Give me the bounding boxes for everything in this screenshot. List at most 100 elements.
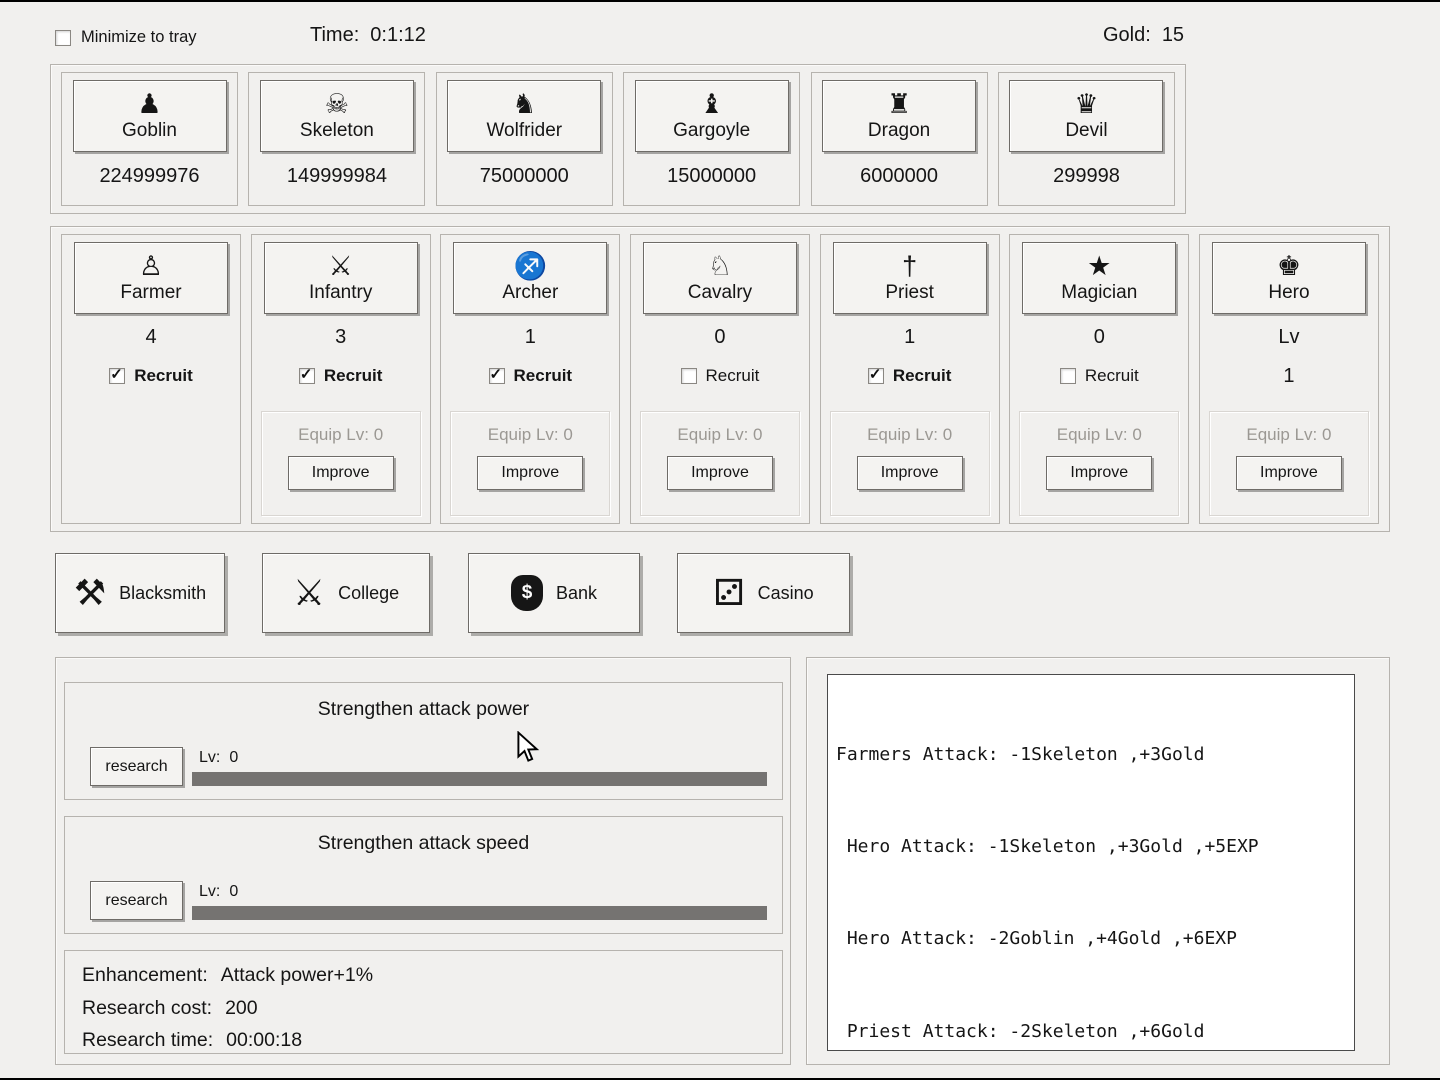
recruit-label: Recruit bbox=[514, 366, 573, 386]
research-progress: Lv: 0 bbox=[192, 883, 767, 920]
devil-button[interactable]: ♛ Devil bbox=[1009, 80, 1163, 152]
cavalry-button[interactable]: ♘ Cavalry bbox=[643, 242, 797, 314]
hero-label: Hero bbox=[1268, 282, 1309, 304]
research-title: Strengthen attack power bbox=[65, 698, 782, 721]
unit-panel-archer: ♐ Archer 1 Recruit Equip Lv: 0 Improve bbox=[440, 234, 620, 524]
equip-level-value: 0 bbox=[1132, 425, 1141, 444]
checkbox-icon[interactable] bbox=[489, 368, 505, 384]
research-attack-speed-button[interactable]: research bbox=[90, 881, 183, 920]
checkbox-icon[interactable] bbox=[299, 368, 315, 384]
bank-label: Bank bbox=[556, 583, 597, 604]
gold-value: 15 bbox=[1162, 24, 1184, 46]
casino-button[interactable]: ⚂ Casino bbox=[677, 553, 850, 633]
units-group: ♙ Farmer 4 Recruit ⚔ Infantry 3 Recruit … bbox=[50, 226, 1390, 532]
archer-icon: ♐ bbox=[514, 253, 548, 280]
gold-label: Gold: bbox=[1103, 24, 1151, 46]
gold-display: Gold: 15 bbox=[1103, 24, 1184, 47]
equip-level: Equip Lv: 0 bbox=[831, 425, 989, 445]
equip-group-hero: Equip Lv: 0 Improve bbox=[1209, 411, 1369, 516]
improve-button-infantry[interactable]: Improve bbox=[288, 456, 394, 490]
research-title: Strengthen attack speed bbox=[65, 832, 782, 855]
wolfrider-icon: ♞ bbox=[512, 91, 536, 118]
recruit-label: Recruit bbox=[706, 366, 760, 386]
hero-level-value: 1 bbox=[1200, 365, 1378, 388]
checkbox-icon[interactable] bbox=[109, 368, 125, 384]
archer-count: 1 bbox=[441, 326, 619, 349]
improve-button-archer[interactable]: Improve bbox=[477, 456, 583, 490]
research-panel-attack-speed: Strengthen attack speed research Lv: 0 bbox=[64, 816, 783, 934]
magician-button[interactable]: ★ Magician bbox=[1022, 242, 1176, 314]
blacksmith-button[interactable]: ⚒ Blacksmith bbox=[55, 553, 225, 633]
improve-button-hero[interactable]: Improve bbox=[1236, 456, 1342, 490]
recruit-checkbox-archer[interactable]: Recruit bbox=[489, 366, 573, 386]
checkbox-icon[interactable] bbox=[868, 368, 884, 384]
gargoyle-icon: ♝ bbox=[700, 91, 724, 118]
improve-button-magician[interactable]: Improve bbox=[1046, 456, 1152, 490]
minimize-to-tray-checkbox[interactable]: Minimize to tray bbox=[55, 28, 197, 47]
equip-level-value: 0 bbox=[943, 425, 952, 444]
bank-button[interactable]: $ Bank bbox=[468, 553, 640, 633]
battle-log-list[interactable]: Farmers Attack: -1Skeleton ,+3Gold Hero … bbox=[827, 674, 1355, 1051]
checkbox-icon[interactable] bbox=[681, 368, 697, 384]
dragon-button[interactable]: ♜ Dragon bbox=[822, 80, 976, 152]
cavalry-count: 0 bbox=[631, 326, 809, 349]
level-label: Lv: bbox=[199, 883, 220, 900]
equip-level-label: Equip Lv: bbox=[488, 425, 559, 444]
log-line: Priest Attack: -2Skeleton ,+6Gold bbox=[836, 1017, 1346, 1048]
research-time-value: 00:00:18 bbox=[226, 1029, 302, 1051]
equip-level-value: 0 bbox=[753, 425, 762, 444]
level-value: 0 bbox=[229, 883, 238, 900]
recruit-checkbox-farmer[interactable]: Recruit bbox=[109, 366, 193, 386]
magician-count: 0 bbox=[1010, 326, 1188, 349]
equip-group-priest: Equip Lv: 0 Improve bbox=[830, 411, 990, 516]
equip-level-label: Equip Lv: bbox=[867, 425, 938, 444]
recruit-label: Recruit bbox=[893, 366, 952, 386]
equip-level: Equip Lv: 0 bbox=[1020, 425, 1178, 445]
recruit-checkbox-magician[interactable]: Recruit bbox=[1060, 366, 1139, 386]
battle-log-group: Farmers Attack: -1Skeleton ,+3Gold Hero … bbox=[806, 657, 1390, 1065]
recruit-checkbox-priest[interactable]: Recruit bbox=[868, 366, 952, 386]
improve-button-priest[interactable]: Improve bbox=[857, 456, 963, 490]
priest-label: Priest bbox=[885, 282, 934, 304]
recruit-checkbox-cavalry[interactable]: Recruit bbox=[681, 366, 760, 386]
checkbox-icon[interactable] bbox=[1060, 368, 1076, 384]
archer-button[interactable]: ♐ Archer bbox=[453, 242, 607, 314]
progress-bar bbox=[192, 906, 767, 920]
goblin-icon: ♟ bbox=[137, 91, 161, 118]
priest-count: 1 bbox=[821, 326, 999, 349]
goblin-button[interactable]: ♟ Goblin bbox=[73, 80, 227, 152]
infantry-button[interactable]: ⚔ Infantry bbox=[264, 242, 418, 314]
checkbox-icon[interactable] bbox=[55, 30, 71, 46]
hero-icon: ♚ bbox=[1277, 253, 1301, 280]
unit-panel-hero: ♚ Hero Lv 1 Equip Lv: 0 Improve bbox=[1199, 234, 1379, 524]
monster-panel-dragon: ♜ Dragon 6000000 bbox=[811, 72, 988, 206]
recruit-checkbox-infantry[interactable]: Recruit bbox=[299, 366, 383, 386]
hero-button[interactable]: ♚ Hero bbox=[1212, 242, 1366, 314]
equip-level: Equip Lv: 0 bbox=[262, 425, 420, 445]
log-line: Hero Attack: -2Goblin ,+4Gold ,+6EXP bbox=[836, 924, 1346, 955]
college-button[interactable]: ⚔ College bbox=[262, 553, 430, 633]
improve-button-cavalry[interactable]: Improve bbox=[667, 456, 773, 490]
monsters-group: ♟ Goblin 224999976 ☠ Skeleton 149999984 … bbox=[50, 64, 1186, 214]
level-label: Lv: bbox=[199, 749, 220, 766]
skeleton-icon: ☠ bbox=[325, 91, 349, 118]
log-line: Hero Attack: -1Skeleton ,+3Gold ,+5EXP bbox=[836, 832, 1346, 863]
research-group: Strengthen attack power research Lv: 0 St… bbox=[55, 657, 791, 1065]
equip-group-infantry: Equip Lv: 0 Improve bbox=[261, 411, 421, 516]
progress-bar bbox=[192, 772, 767, 786]
gargoyle-button[interactable]: ♝ Gargoyle bbox=[635, 80, 789, 152]
research-attack-power-button[interactable]: research bbox=[90, 747, 183, 786]
skeleton-button[interactable]: ☠ Skeleton bbox=[260, 80, 414, 152]
magician-icon: ★ bbox=[1087, 253, 1111, 280]
equip-level-value: 0 bbox=[374, 425, 383, 444]
wolfrider-button[interactable]: ♞ Wolfrider bbox=[447, 80, 601, 152]
wolfrider-label: Wolfrider bbox=[486, 120, 562, 142]
goblin-count: 224999976 bbox=[62, 165, 237, 188]
equip-group-magician: Equip Lv: 0 Improve bbox=[1019, 411, 1179, 516]
devil-label: Devil bbox=[1065, 120, 1107, 142]
farmer-button[interactable]: ♙ Farmer bbox=[74, 242, 228, 314]
magician-label: Magician bbox=[1061, 282, 1137, 304]
priest-button[interactable]: † Priest bbox=[833, 242, 987, 314]
devil-icon: ♛ bbox=[1074, 91, 1098, 118]
time-display: Time:0:1:12 bbox=[310, 24, 426, 47]
